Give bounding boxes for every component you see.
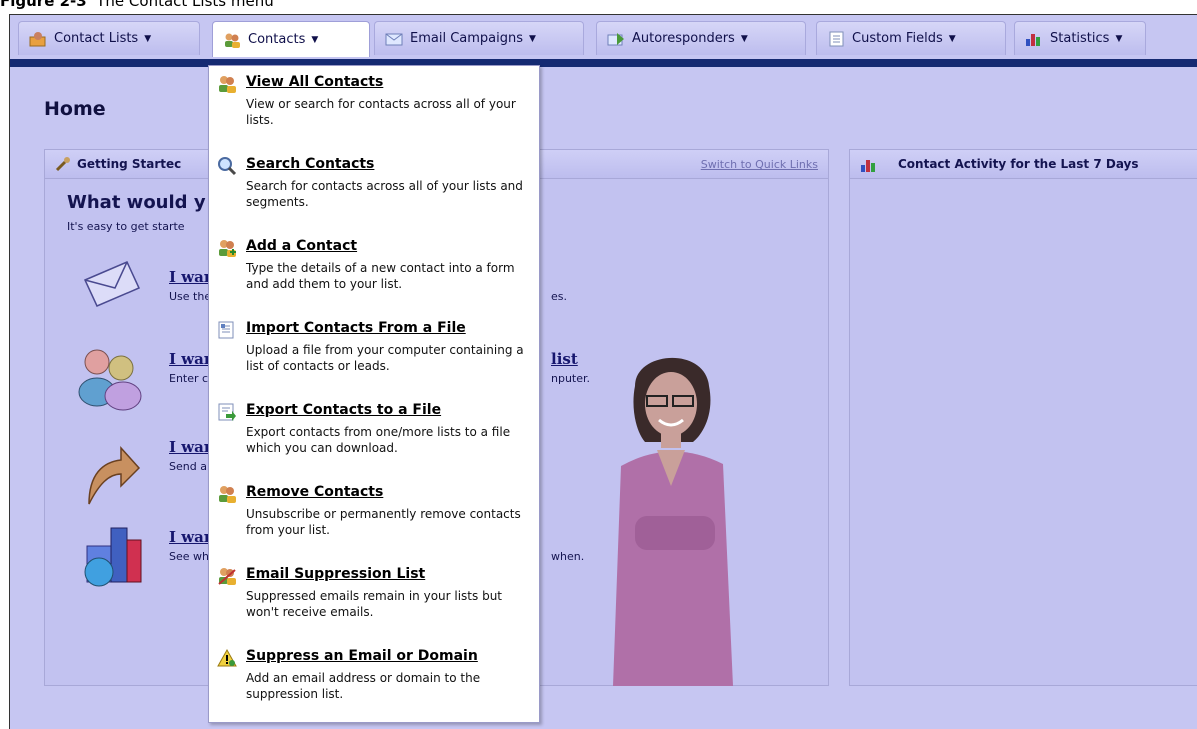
task-link[interactable]: I war bbox=[169, 268, 212, 286]
panel-heading: What would y bbox=[67, 192, 206, 213]
reports-chart-icon bbox=[81, 522, 145, 591]
menu-item-description: Suppressed emails remain in your lists b… bbox=[246, 589, 503, 619]
menu-item-add-a-contact[interactable]: Add a Contact Type the details of a new … bbox=[209, 232, 539, 314]
suppression-list-icon bbox=[217, 566, 237, 586]
switch-to-quick-links-link[interactable]: Switch to Quick Links bbox=[701, 158, 818, 171]
task-link[interactable]: I war bbox=[169, 350, 212, 368]
menu-item-description: Unsubscribe or permanently remove contac… bbox=[246, 507, 521, 537]
task-link[interactable]: I war bbox=[169, 438, 212, 456]
import-file-icon bbox=[217, 320, 237, 340]
chevron-down-icon: ▼ bbox=[740, 33, 748, 44]
menu-item-description: View or search for contacts across all o… bbox=[246, 97, 516, 127]
email-campaigns-icon bbox=[385, 31, 403, 47]
tab-label: Autoresponders bbox=[632, 31, 735, 46]
menu-item-search-contacts[interactable]: Search Contacts Search for contacts acro… bbox=[209, 150, 539, 232]
app-window: Contact Lists ▼ Contacts ▼ Email Campaig… bbox=[9, 14, 1197, 729]
chevron-down-icon: ▼ bbox=[529, 33, 536, 44]
menu-item-title[interactable]: View All Contacts bbox=[246, 74, 383, 90]
menu-item-title[interactable]: Export Contacts to a File bbox=[246, 402, 441, 418]
task-description: Send ai bbox=[169, 460, 210, 473]
chevron-down-icon: ▼ bbox=[144, 33, 152, 44]
menu-item-remove-contacts[interactable]: Remove Contacts Unsubscribe or permanent… bbox=[209, 478, 539, 560]
contacts-dropdown-menu: View All Contacts View or search for con… bbox=[208, 65, 540, 723]
forward-arrow-icon bbox=[81, 440, 143, 513]
menu-item-suppress-email-or-domain[interactable]: Suppress an Email or Domain Add an email… bbox=[209, 642, 539, 724]
autoresponders-icon bbox=[607, 31, 625, 47]
tab-custom-fields[interactable]: Custom Fields ▼ bbox=[816, 21, 1006, 55]
woman-illustration bbox=[605, 346, 741, 686]
export-file-icon bbox=[217, 402, 237, 422]
menu-item-title[interactable]: Suppress an Email or Domain bbox=[246, 648, 478, 664]
wrench-icon bbox=[55, 156, 71, 175]
tab-contact-lists[interactable]: Contact Lists ▼ bbox=[18, 21, 200, 55]
contact-lists-icon bbox=[29, 31, 47, 47]
menu-item-description: Add an email address or domain to the su… bbox=[246, 671, 481, 701]
page-title: Home bbox=[44, 98, 106, 120]
tab-statistics[interactable]: Statistics ▼ bbox=[1014, 21, 1146, 55]
tab-autoresponders[interactable]: Autoresponders ▼ bbox=[596, 21, 806, 55]
menu-item-export-contacts[interactable]: Export Contacts to a File Export contact… bbox=[209, 396, 539, 478]
tab-label: Custom Fields bbox=[852, 31, 943, 46]
task-description-tail: es. bbox=[551, 290, 567, 303]
search-icon bbox=[217, 156, 237, 176]
figure-title: The Contact Lists menu bbox=[96, 0, 274, 10]
statistics-icon bbox=[1025, 31, 1043, 47]
contacts-icon bbox=[223, 32, 241, 48]
task-description-tail: nputer. bbox=[551, 372, 591, 385]
task-link-tail[interactable]: list bbox=[551, 350, 578, 368]
chevron-down-icon: ▼ bbox=[948, 33, 956, 44]
tab-label: Contacts bbox=[248, 32, 306, 47]
menu-item-view-all-contacts[interactable]: View All Contacts View or search for con… bbox=[209, 68, 539, 150]
menu-item-description: Upload a file from your computer contain… bbox=[246, 343, 524, 373]
panel-header: Contact Activity for the Last 7 Days bbox=[850, 150, 1197, 179]
remove-contacts-icon bbox=[217, 484, 237, 504]
menu-item-import-contacts[interactable]: Import Contacts From a File Upload a fil… bbox=[209, 314, 539, 396]
nav-underline bbox=[10, 59, 1197, 67]
tab-contacts[interactable]: Contacts ▼ bbox=[212, 21, 370, 57]
contacts-icon bbox=[217, 74, 237, 94]
contact-activity-panel: Contact Activity for the Last 7 Days bbox=[849, 149, 1197, 686]
tab-label: Statistics bbox=[1050, 31, 1110, 46]
tab-email-campaigns[interactable]: Email Campaigns ▼ bbox=[374, 21, 584, 55]
menu-item-description: Type the details of a new contact into a… bbox=[246, 261, 515, 291]
menu-item-title[interactable]: Search Contacts bbox=[246, 156, 374, 172]
chevron-down-icon: ▼ bbox=[311, 34, 319, 45]
tab-label: Contact Lists bbox=[54, 31, 139, 46]
figure-caption: Figure 2-3 The Contact Lists menu bbox=[0, 0, 274, 10]
menu-item-title[interactable]: Add a Contact bbox=[246, 238, 357, 254]
warning-icon bbox=[217, 648, 237, 668]
task-description-tail: when. bbox=[551, 550, 585, 563]
menu-item-title[interactable]: Email Suppression List bbox=[246, 566, 425, 582]
task-description: See wh bbox=[169, 550, 209, 563]
menu-item-title[interactable]: Import Contacts From a File bbox=[246, 320, 466, 336]
figure-number: Figure 2-3 bbox=[0, 0, 87, 10]
panel-title: Contact Activity for the Last 7 Days bbox=[898, 157, 1139, 171]
panel-intro: It's easy to get starte bbox=[67, 220, 185, 233]
envelope-icon bbox=[81, 258, 143, 313]
panel-title: Getting Startec bbox=[77, 157, 182, 171]
users-icon bbox=[77, 346, 145, 415]
custom-fields-icon bbox=[827, 31, 845, 47]
menu-item-title[interactable]: Remove Contacts bbox=[246, 484, 383, 500]
chevron-down-icon: ▼ bbox=[1115, 33, 1123, 44]
main-nav: Contact Lists ▼ Contacts ▼ Email Campaig… bbox=[10, 15, 1197, 59]
menu-item-description: Export contacts from one/more lists to a… bbox=[246, 425, 511, 455]
statistics-icon bbox=[860, 157, 878, 176]
tab-label: Email Campaigns bbox=[410, 31, 524, 46]
task-link[interactable]: I war bbox=[169, 528, 212, 546]
task-description: Use the bbox=[169, 290, 212, 303]
add-contact-icon bbox=[217, 238, 237, 258]
menu-item-email-suppression-list[interactable]: Email Suppression List Suppressed emails… bbox=[209, 560, 539, 642]
menu-item-description: Search for contacts across all of your l… bbox=[246, 179, 523, 209]
task-description: Enter c bbox=[169, 372, 209, 385]
